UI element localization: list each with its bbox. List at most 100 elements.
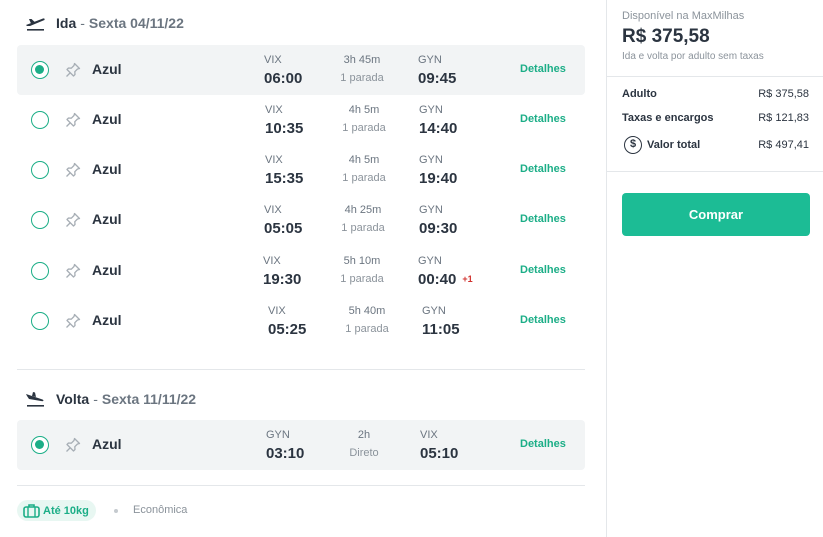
total-label: Valor total: [647, 139, 701, 151]
destination-code: GYN: [419, 104, 443, 116]
baggage-label: Até 10kg: [43, 504, 89, 517]
origin-code: GYN: [266, 429, 290, 441]
landing-icon: [26, 392, 44, 407]
origin-code: VIX: [263, 255, 281, 267]
pin-icon[interactable]: [64, 312, 82, 330]
airline-name: Azul: [92, 312, 122, 328]
summary-divider: [607, 76, 823, 77]
flight-row[interactable]: Azul VIX 10:35 4h 5m 1 parada GYN 14:40 Detalhe…: [17, 95, 585, 145]
destination-code: GYN: [418, 54, 442, 66]
flight-radio[interactable]: [31, 436, 49, 454]
airline-name: Azul: [92, 436, 122, 452]
flight-duration: 3h 45m: [343, 54, 381, 66]
details-link[interactable]: Detalhes: [520, 213, 566, 225]
arrival-time-value: 09:30: [419, 220, 458, 237]
departure-time: 05:25: [268, 321, 307, 338]
origin-code: VIX: [265, 104, 283, 116]
flight-duration: 4h 5m: [348, 154, 380, 166]
pin-icon[interactable]: [64, 161, 82, 179]
radio-selected-dot: [35, 65, 44, 74]
outbound-date: Sexta 04/11/22: [88, 15, 184, 31]
flight-row[interactable]: Azul VIX 06:00 3h 45m 1 parada GYN 09:45 Detalh…: [17, 45, 585, 95]
pin-icon[interactable]: [64, 61, 82, 79]
origin-code: VIX: [264, 204, 282, 216]
departure-time: 15:35: [265, 170, 304, 187]
airline-name: Azul: [92, 161, 122, 177]
return-separator: -: [93, 391, 98, 407]
return-date: Sexta 11/11/22: [101, 391, 197, 407]
next-day-badge: +1: [462, 274, 473, 284]
flight-duration: 5h 40m: [348, 305, 386, 317]
flight-stops: 1 parada: [340, 72, 384, 84]
details-link[interactable]: Detalhes: [520, 314, 566, 326]
arrival-time-value: 11:05: [422, 321, 460, 338]
bullet-separator: [114, 509, 118, 513]
suitcase-icon: [23, 504, 40, 518]
airline-name: Azul: [92, 262, 122, 278]
arrival-time-value: 00:40: [418, 271, 457, 288]
flight-stops: Direto: [349, 447, 379, 459]
arrival-time: 09:45: [418, 70, 456, 87]
flight-stops: 1 parada: [341, 222, 385, 234]
origin-code: VIX: [264, 54, 282, 66]
flight-duration: 4h 5m: [348, 104, 380, 116]
total-value: R$ 497,41: [758, 139, 809, 151]
departure-time: 05:05: [264, 220, 303, 237]
arrival-time-value: 14:40: [419, 120, 458, 137]
outbound-header: Ida - Sexta 04/11/22: [24, 12, 184, 34]
outbound-separator: -: [80, 15, 85, 31]
origin-code: VIX: [268, 305, 286, 317]
price-note: Ida e volta por adulto sem taxas: [622, 51, 764, 62]
destination-code: VIX: [420, 429, 438, 441]
arrival-time: 11:05: [422, 321, 460, 338]
flight-row[interactable]: Azul VIX 19:30 5h 10m 1 parada GYN 00:40 +1 Deta…: [17, 246, 585, 296]
flight-row[interactable]: Azul VIX 05:25 5h 40m 1 parada GYN 11:05 Detalh…: [17, 296, 585, 346]
airline-name: Azul: [92, 61, 122, 77]
flight-duration: 2h: [357, 429, 371, 441]
details-link[interactable]: Detalhes: [520, 264, 566, 276]
flight-radio[interactable]: [31, 312, 49, 330]
flight-list-panel: Ida - Sexta 04/11/22 Azul VIX 06:00 3h 45m 1…: [0, 0, 606, 537]
details-link[interactable]: Detalhes: [520, 438, 566, 450]
destination-code: GYN: [422, 305, 446, 317]
pin-icon[interactable]: [64, 211, 82, 229]
flight-radio[interactable]: [31, 61, 49, 79]
flight-row[interactable]: Azul VIX 15:35 4h 5m 1 parada GYN 19:40 Detalhe…: [17, 145, 585, 195]
section-divider: [17, 369, 585, 370]
cabin-class: Econômica: [133, 504, 188, 516]
destination-code: GYN: [418, 255, 442, 267]
details-link[interactable]: Detalhes: [520, 63, 566, 75]
details-link[interactable]: Detalhes: [520, 163, 566, 175]
flight-radio[interactable]: [31, 262, 49, 280]
flight-row[interactable]: Azul GYN 03:10 2h Direto VIX 05:10 Detalhes: [17, 420, 585, 470]
radio-selected-dot: [35, 440, 44, 449]
departure-time: 19:30: [263, 271, 302, 288]
arrival-time: 05:10: [420, 445, 458, 462]
flight-radio[interactable]: [31, 161, 49, 179]
dollar-icon: $: [624, 136, 642, 154]
flight-duration: 5h 10m: [343, 255, 381, 267]
arrival-time-value: 19:40: [419, 170, 458, 187]
price-summary-panel: Disponível na MaxMilhas R$ 375,58 Ida e …: [606, 0, 823, 537]
buy-button[interactable]: Comprar: [622, 193, 810, 236]
flight-stops: 1 parada: [342, 172, 386, 184]
departure-time: 06:00: [264, 70, 303, 87]
flight-radio[interactable]: [31, 111, 49, 129]
airline-name: Azul: [92, 211, 122, 227]
origin-code: VIX: [265, 154, 283, 166]
arrival-time: 00:40 +1: [418, 271, 473, 288]
arrival-time-value: 05:10: [420, 445, 459, 462]
flight-stops: 1 parada: [340, 273, 384, 285]
details-link[interactable]: Detalhes: [520, 113, 566, 125]
taxes-value: R$ 121,83: [758, 112, 809, 124]
flight-row[interactable]: Azul VIX 05:05 4h 25m 1 parada GYN 09:30 Detalh…: [17, 195, 585, 245]
pin-icon[interactable]: [64, 262, 82, 280]
flight-radio[interactable]: [31, 211, 49, 229]
pin-icon[interactable]: [64, 436, 82, 454]
adult-value: R$ 375,58: [758, 88, 809, 100]
takeoff-icon: [26, 18, 45, 31]
return-direction: Volta: [56, 391, 90, 407]
arrival-time: 19:40: [419, 170, 457, 187]
pin-icon[interactable]: [64, 111, 82, 129]
flight-stops: 1 parada: [342, 122, 386, 134]
